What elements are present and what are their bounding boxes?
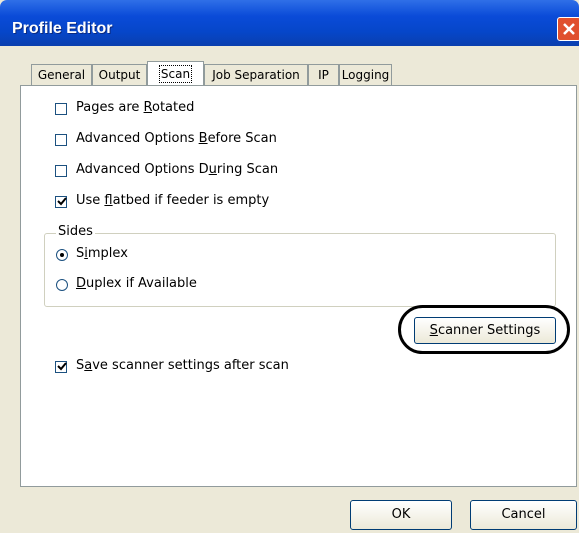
close-button[interactable] (557, 17, 579, 41)
tab-job-separation[interactable]: Job Separation (204, 64, 308, 86)
title-bar[interactable]: Profile Editor (0, 0, 579, 46)
profile-editor-window: Profile Editor General Output Scan Job S… (0, 0, 579, 533)
advanced-during-label: Advanced Options During Scan (76, 162, 279, 177)
advanced-during-checkbox[interactable] (55, 165, 67, 177)
advanced-before-checkbox[interactable] (55, 134, 67, 146)
checkmark-icon (57, 362, 67, 371)
use-flatbed-checkbox[interactable] (55, 196, 67, 208)
tab-general[interactable]: General (31, 64, 92, 86)
duplex-radio[interactable] (56, 279, 68, 291)
save-settings-checkbox[interactable] (55, 361, 67, 373)
simplex-label: Simplex (76, 246, 128, 261)
checkmark-icon (57, 197, 67, 206)
tab-scan[interactable]: Scan (147, 61, 204, 87)
close-icon (563, 23, 575, 35)
tab-output[interactable]: Output (92, 64, 147, 86)
simplex-radio[interactable] (56, 249, 68, 261)
pages-rotated-checkbox[interactable] (55, 103, 67, 115)
ok-button[interactable]: OK (350, 500, 452, 530)
save-settings-label: Save scanner settings after scan (76, 358, 289, 373)
pages-rotated-label: Pages are Rotated (76, 100, 195, 115)
tab-ip[interactable]: IP (308, 64, 339, 86)
advanced-before-label: Advanced Options Before Scan (76, 131, 277, 146)
highlight-circle (398, 305, 570, 354)
use-flatbed-label: Use flatbed if feeder is empty (76, 193, 270, 208)
cancel-button[interactable]: Cancel (470, 500, 577, 530)
window-title: Profile Editor (12, 20, 113, 37)
sides-group-label: Sides (56, 224, 95, 239)
sides-groupbox (44, 233, 556, 307)
tab-logging[interactable]: Logging (339, 64, 392, 86)
duplex-label: Duplex if Available (76, 276, 197, 291)
